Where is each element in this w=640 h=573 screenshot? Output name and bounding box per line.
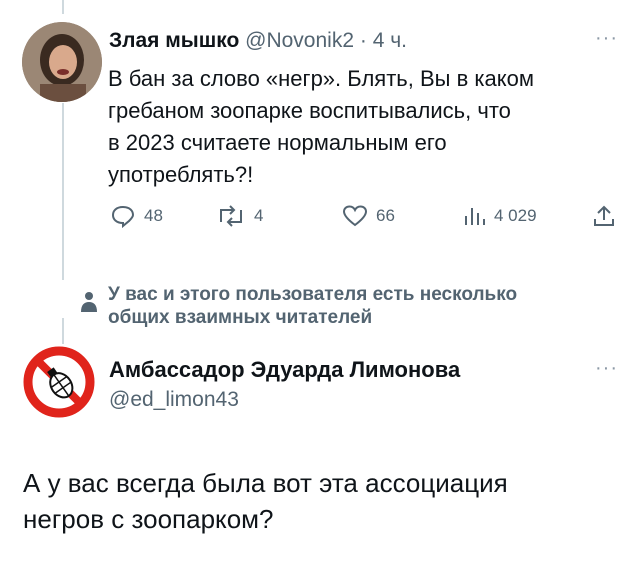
tweet2-text: А у вас всегда была вот эта ассоциация н… (23, 465, 623, 537)
tweet2-text-line: негров с зоопарком? (23, 504, 274, 534)
tweet1-text-line: В бан за слово «негр». Блять, Вы в каком (108, 66, 534, 91)
tweet1-actions: 48 4 66 4 029 (108, 204, 628, 232)
mutual-followers-note: У вас и этого пользователя есть нескольк… (108, 283, 517, 329)
timestamp[interactable]: 4 ч. (373, 29, 407, 52)
like-count: 66 (376, 206, 395, 225)
more-options-button[interactable]: ··· (595, 27, 618, 50)
like-button[interactable]: 66 (342, 204, 395, 228)
separator-dot: · (359, 29, 367, 52)
repost-button[interactable]: 4 (216, 204, 263, 228)
avatar-author1[interactable] (22, 22, 102, 102)
more-options-button[interactable]: ··· (595, 357, 618, 380)
tweet2-text-line: А у вас всегда была вот эта ассоциация (23, 468, 508, 498)
thread-line-lower (62, 318, 64, 344)
tweet1-header: Злая мышко @Novonik2 · 4 ч. (109, 29, 407, 53)
tweet1-text-line: гребаном зоопарке воспитывались, что (108, 98, 511, 123)
mutual-followers-line: общих взаимных читателей (108, 307, 373, 328)
views-chart-icon (465, 208, 485, 225)
tweet1-text-line: употреблять?! (108, 162, 254, 187)
tweet1-text-line: в 2023 считаете нормальным его (108, 130, 447, 155)
tweet1-text: В бан за слово «негр». Блять, Вы в каком… (108, 63, 628, 191)
views-button[interactable]: 4 029 (462, 204, 537, 228)
author-handle[interactable]: @Novonik2 (245, 29, 354, 52)
views-count: 4 029 (494, 206, 537, 225)
reply-count: 48 (144, 206, 163, 225)
author-handle[interactable]: @ed_limon43 (109, 388, 239, 412)
person-icon (81, 292, 97, 312)
repost-count: 4 (254, 206, 264, 225)
thread-line-top (62, 0, 64, 14)
share-icon (594, 205, 614, 226)
mutual-followers-line: У вас и этого пользователя есть нескольк… (108, 284, 518, 305)
thread-line-middle (62, 103, 64, 280)
share-button[interactable] (592, 204, 624, 228)
reply-icon (111, 205, 135, 228)
repost-icon (220, 205, 242, 227)
heart-icon (342, 205, 368, 227)
author-name[interactable]: Амбассадор Эдуарда Лимонова (109, 357, 460, 383)
reply-button[interactable]: 48 (110, 204, 163, 228)
avatar-author2[interactable] (23, 346, 95, 418)
author-name[interactable]: Злая мышко (109, 29, 239, 52)
